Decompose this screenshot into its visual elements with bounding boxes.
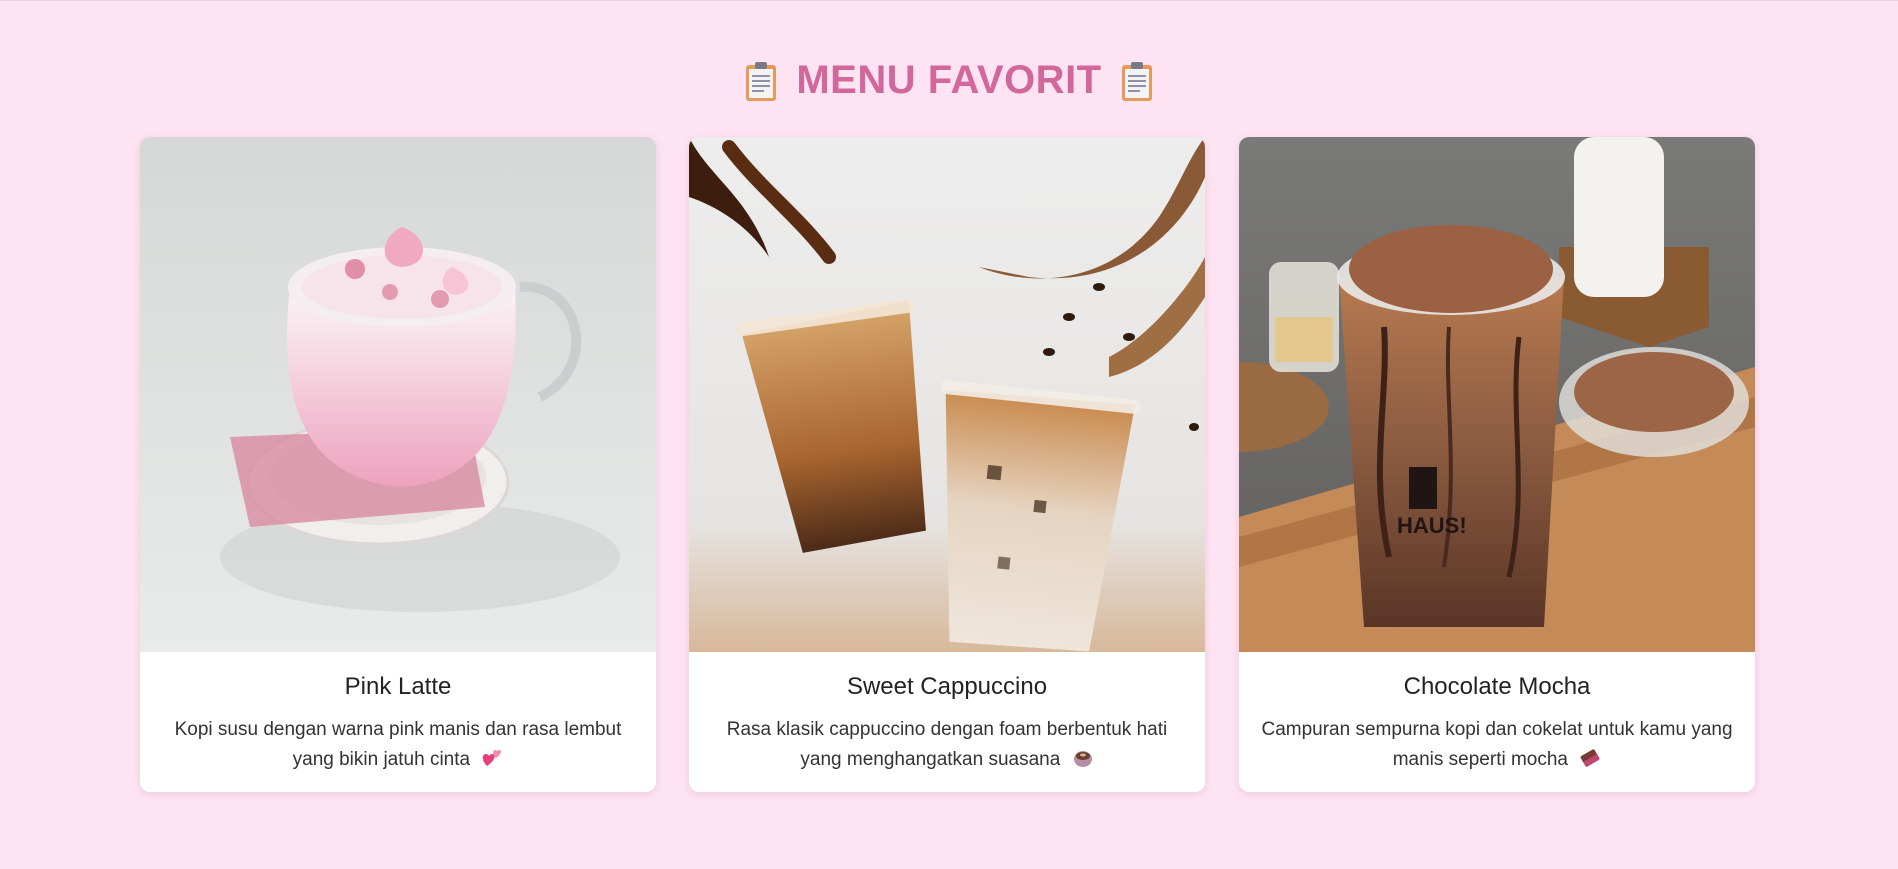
menu-item-description: Kopi susu dengan warna pink manis dan ra… (174, 719, 622, 770)
cup-brand-text: HAUS! (1397, 513, 1467, 538)
menu-card-pink-latte[interactable]: Pink Latte Kopi susu dengan warna pink m… (140, 137, 656, 792)
top-border (0, 0, 1898, 1)
chocolate-bar-icon (1580, 749, 1600, 767)
pink-latte-photo (140, 137, 656, 652)
chocolate-mocha-photo: HAUS! (1239, 137, 1755, 652)
menu-item-name: Chocolate Mocha (1403, 673, 1591, 700)
menu-item-description: Campuran sempurna kopi dan cokelat untuk… (1261, 719, 1733, 770)
sweet-cappuccino-photo (689, 137, 1205, 652)
menu-item-description: Rasa klasik cappuccino dengan foam berbe… (726, 719, 1168, 770)
section-heading: MENU FAVORIT (0, 58, 1898, 103)
coffee-cup-icon (1073, 751, 1092, 767)
section-title: MENU FAVORIT (796, 58, 1102, 102)
two-hearts-icon (483, 750, 502, 766)
menu-item-name: Sweet Cappuccino (846, 673, 1048, 700)
clipboard-icon (746, 61, 777, 101)
clipboard-icon (1121, 61, 1152, 101)
menu-card-sweet-cappuccino[interactable]: Sweet Cappuccino Rasa klasik cappuccino … (689, 137, 1205, 792)
menu-item-name: Pink Latte (344, 673, 452, 700)
menu-card-chocolate-mocha[interactable]: HAUS! Chocolate Mocha Campuran sempurna … (1239, 137, 1755, 792)
